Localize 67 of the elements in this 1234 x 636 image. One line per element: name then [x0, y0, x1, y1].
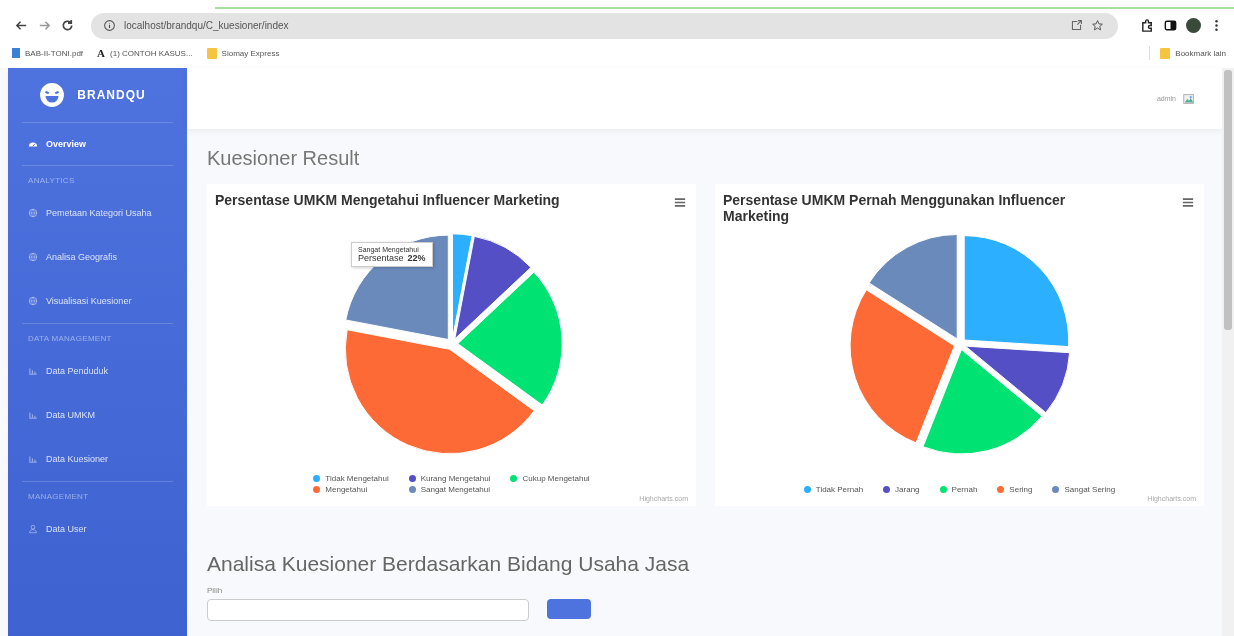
profile-avatar[interactable]	[1186, 18, 1201, 33]
info-icon[interactable]	[103, 19, 116, 32]
globe-icon	[28, 296, 38, 306]
pie-slice[interactable]	[456, 271, 563, 406]
bookmark[interactable]: Siomay Express	[206, 47, 280, 59]
address-bar[interactable]: localhost/brandqu/C_kuesioner/index	[91, 12, 1118, 39]
nav-item[interactable]: Overview	[8, 123, 187, 165]
letter-icon: A	[97, 47, 106, 59]
nav-item[interactable]: Visualisasi Kuesioner	[8, 279, 187, 323]
legend-item[interactable]: Cukup Mengetahui	[510, 474, 590, 483]
pie-slice[interactable]	[868, 234, 958, 340]
folder-icon	[1160, 47, 1171, 59]
section-heading: MANAGEMENT	[27, 491, 90, 503]
bookmark-folder[interactable]: Bookmark lain	[1160, 47, 1226, 59]
section-title: Analisa Kuesioner Berdasarkan Bidang Usaha Jasa	[207, 552, 691, 576]
chart-title: Persentase UMKM Pernah Menggunakan Influencer Marketing	[723, 192, 1067, 224]
globe-icon	[28, 252, 38, 262]
folder-icon	[206, 47, 217, 59]
star-icon[interactable]	[1091, 19, 1104, 32]
pie-slice[interactable]	[453, 235, 531, 340]
field-label: Pilih	[207, 586, 224, 595]
nav-item[interactable]: Data UMKM	[8, 393, 187, 437]
legend-item[interactable]: Kurang Mengetahui	[408, 474, 491, 483]
legend-item[interactable]: Sangat Sering	[1052, 485, 1116, 494]
nav-item[interactable]: Data Penduduk	[8, 349, 187, 393]
pie-slice[interactable]	[344, 329, 535, 455]
section-heading: ANALYTICS	[27, 175, 76, 187]
pie-slice[interactable]	[922, 349, 1042, 455]
legend-item[interactable]: Mengetahui	[313, 485, 389, 494]
sidebar-icon[interactable]	[1163, 18, 1178, 33]
legend-item[interactable]: Sering	[997, 485, 1033, 494]
nav-item[interactable]: Analisa Geografis	[8, 235, 187, 279]
legend-item[interactable]: Jarang	[883, 485, 920, 494]
broken-image-icon[interactable]	[1182, 91, 1196, 106]
legend-item[interactable]: Sangat Mengetahui	[408, 485, 491, 494]
section-heading: DATA MANAGEMENT	[27, 333, 113, 345]
legend-item[interactable]: Pernah	[939, 485, 978, 494]
pie-slice[interactable]	[964, 345, 1070, 414]
bookmark[interactable]: A (1) CONTOH KASUS...	[97, 47, 193, 59]
bar-chart-icon	[28, 454, 38, 464]
pie-slice[interactable]	[849, 289, 955, 444]
url-text[interactable]: localhost/brandqu/C_kuesioner/index	[124, 20, 289, 31]
user-icon	[28, 524, 38, 534]
bookmark[interactable]: BAB-II-TONI.pdf	[12, 47, 84, 59]
globe-icon	[28, 208, 38, 218]
scrollbar[interactable]	[1222, 68, 1234, 636]
tooltip-value: 22%	[407, 253, 426, 263]
nav-item[interactable]: Data User	[8, 507, 187, 551]
menu-icon[interactable]	[1182, 197, 1194, 208]
puzzle-icon[interactable]	[1140, 18, 1155, 33]
page-title: Kuesioner Result	[207, 147, 361, 170]
menu-icon[interactable]	[674, 197, 686, 208]
nav-item[interactable]: Pemetaan Kategori Usaha	[8, 191, 187, 235]
select-field[interactable]	[207, 599, 529, 621]
chart-title: Persentase UMKM Mengetahui Influencer Marketing	[215, 192, 560, 208]
bar-chart-icon	[28, 410, 38, 420]
scrollbar-thumb[interactable]	[1224, 70, 1232, 330]
share-icon[interactable]	[1070, 19, 1083, 32]
reload-icon[interactable]	[60, 18, 75, 33]
document-icon	[12, 48, 20, 58]
bar-chart-icon	[28, 366, 38, 376]
brand-name[interactable]: BRANDQU	[77, 88, 146, 102]
legend-item[interactable]: Tidak Mengetahui	[313, 474, 389, 483]
laughing-face-icon	[39, 82, 66, 108]
tooltip-label: Persentase	[358, 253, 404, 263]
legend-item[interactable]: Tidak Pernah	[803, 485, 864, 494]
nav-item[interactable]: Data Kuesioner	[8, 437, 187, 481]
